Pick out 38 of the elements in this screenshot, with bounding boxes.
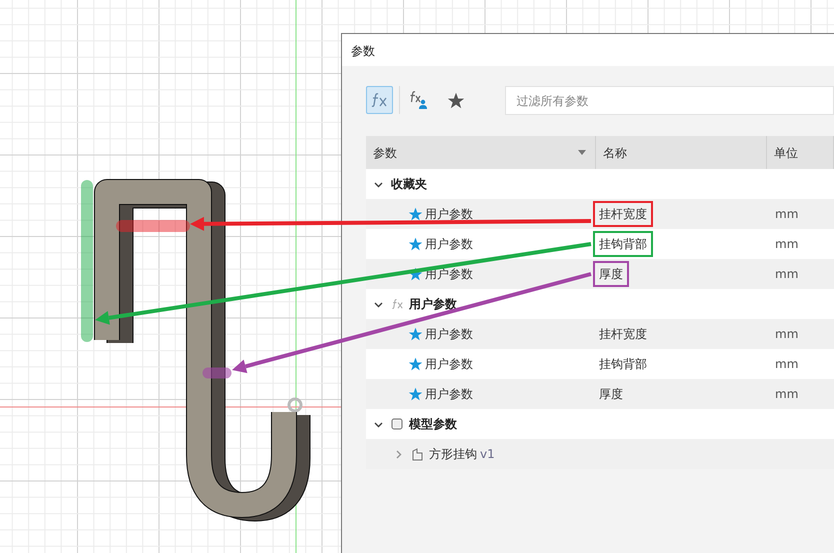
parameter-name: 挂杆宽度 [593,201,653,227]
parameter-type: 用户参数 [425,206,473,223]
star-icon [447,92,466,108]
dialog-title: 参数 [342,34,834,66]
group-row[interactable]: 模型参数 [366,409,834,439]
parameter-type: 用户参数 [425,356,473,373]
chevron-down-icon[interactable] [374,300,383,308]
component-icon [411,448,424,460]
chevron-down-icon[interactable] [374,180,383,188]
filter-field[interactable]: 过滤所有参数 [505,86,834,115]
group-row[interactable]: 收藏夹 [366,169,834,199]
version-label: v1 [480,446,495,463]
unit-label: mm [774,357,798,371]
function-button[interactable] [366,86,394,114]
group-label: 收藏夹 [391,176,427,193]
parameter-name: 厚度 [598,386,624,403]
function-icon [391,298,405,310]
unit-label: mm [774,267,798,281]
component-name: 方形挂钩 [429,446,477,463]
unit-label: mm [774,387,798,401]
edge-highlight [202,368,232,378]
parameter-name: 挂钩背部 [593,231,653,257]
parameter-type: 用户参数 [425,236,473,253]
unit-label: mm [774,327,798,341]
parameter-type: 用户参数 [425,386,473,403]
parameter-type: 用户参数 [425,326,473,343]
body-icon [391,418,403,430]
parameter-name: 挂杆宽度 [598,326,648,343]
group-label: 模型参数 [409,416,457,433]
chevron-down-icon[interactable] [374,420,383,428]
unit-label: mm [774,207,798,221]
table-row[interactable]: 用户参数 挂钩背部 mm [366,229,834,259]
unit-label: mm [774,237,798,251]
parameter-name: 厚度 [593,261,629,287]
group-label: 用户参数 [409,296,457,313]
table-row[interactable]: 用户参数 挂钩背部 mm [366,349,834,379]
group-row[interactable]: 用户参数 [366,289,834,319]
parameter-name: 挂钩背部 [598,356,648,373]
